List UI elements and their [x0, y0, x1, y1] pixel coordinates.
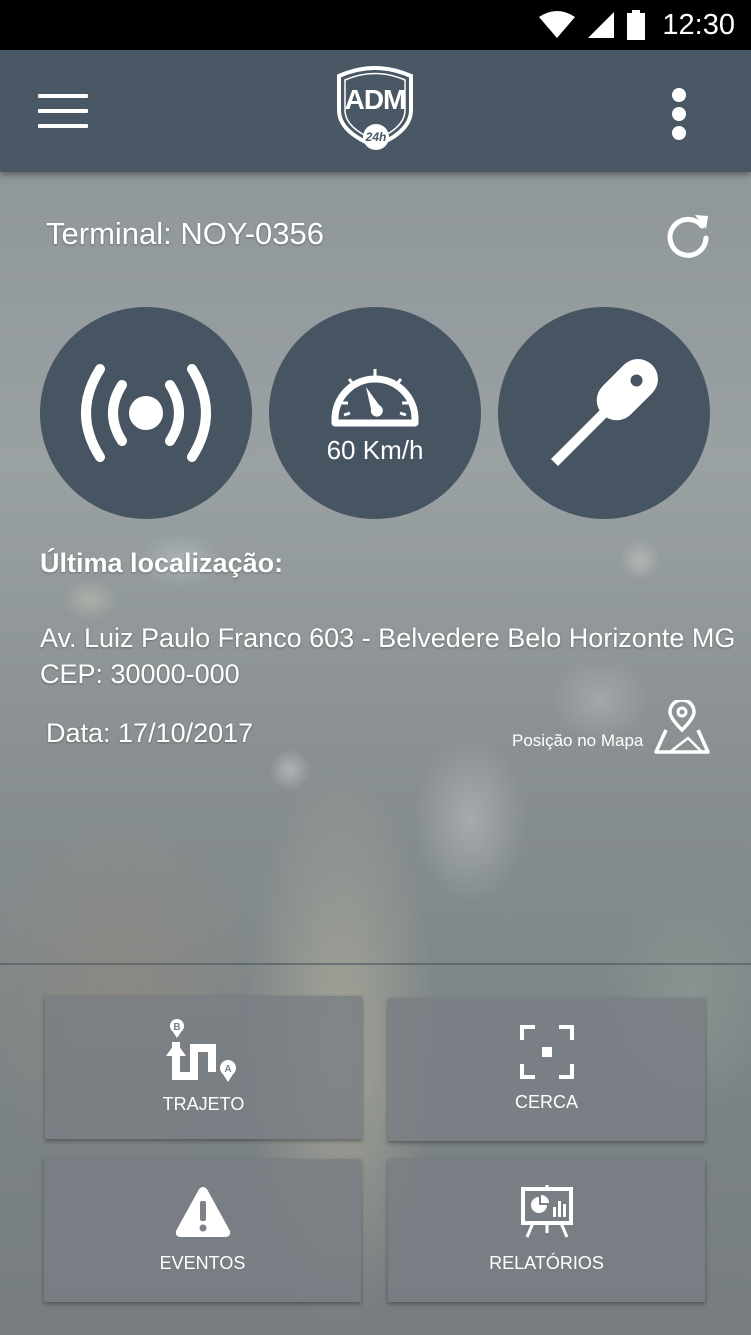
- status-bar: 12:30: [0, 0, 751, 50]
- cerca-label: CERCA: [514, 1092, 578, 1112]
- signal-icon: [588, 12, 615, 38]
- terminal-label: Terminal: NOY-0356: [46, 216, 324, 251]
- trajeto-button[interactable]: B A TRAJETO: [45, 996, 362, 1139]
- app-bar: ADM 24h: [0, 50, 751, 172]
- trajeto-label: TRAJETO: [162, 1094, 245, 1114]
- map-link-label: Posição no Mapa: [512, 731, 644, 750]
- speed-value: 60 Km/h: [326, 435, 424, 465]
- logo-text: ADM: [344, 84, 407, 115]
- speedometer-icon: [331, 369, 419, 427]
- svg-text:A: A: [224, 1064, 231, 1075]
- address: Av. Luiz Paulo Franco 603 - Belvedere Be…: [40, 620, 735, 692]
- logo-badge: 24h: [363, 124, 389, 150]
- status-time: 12:30: [662, 8, 735, 41]
- address-line-1: Av. Luiz Paulo Franco 603 - Belvedere Be…: [40, 623, 736, 653]
- eventos-button[interactable]: EVENTOS: [44, 1159, 361, 1302]
- relatorios-label: RELATÓRIOS: [489, 1253, 604, 1273]
- relatorios-button[interactable]: RELATÓRIOS: [388, 1159, 705, 1302]
- last-location-title: Última localização:: [40, 548, 284, 578]
- fence-icon: [519, 1025, 574, 1079]
- speed-status-button[interactable]: 60 Km/h: [269, 307, 481, 519]
- map-pin-icon: [654, 700, 710, 754]
- map-position-link[interactable]: Posição no Mapa: [512, 700, 712, 756]
- ignition-status-button[interactable]: [498, 307, 710, 519]
- report-icon: [520, 1185, 573, 1238]
- svg-text:B: B: [173, 1022, 180, 1033]
- key-icon: [550, 359, 658, 467]
- refresh-icon[interactable]: [664, 212, 712, 260]
- hamburger-menu-icon[interactable]: [38, 94, 88, 128]
- warning-icon: [175, 1187, 230, 1237]
- adm-logo: ADM 24h: [331, 62, 419, 158]
- eventos-label: EVENTOS: [159, 1253, 246, 1273]
- more-vertical-icon[interactable]: [668, 88, 690, 140]
- battery-icon: [627, 10, 646, 40]
- broadcast-status-button[interactable]: [40, 307, 252, 519]
- wifi-icon: [539, 11, 576, 38]
- cerca-button[interactable]: CERCA: [388, 998, 705, 1141]
- broadcast-signal-icon: [81, 364, 211, 462]
- location-date: Data: 17/10/2017: [46, 718, 254, 748]
- route-icon: B A: [165, 1019, 236, 1082]
- address-line-2: CEP: 30000-000: [40, 659, 240, 689]
- section-divider: [0, 963, 751, 965]
